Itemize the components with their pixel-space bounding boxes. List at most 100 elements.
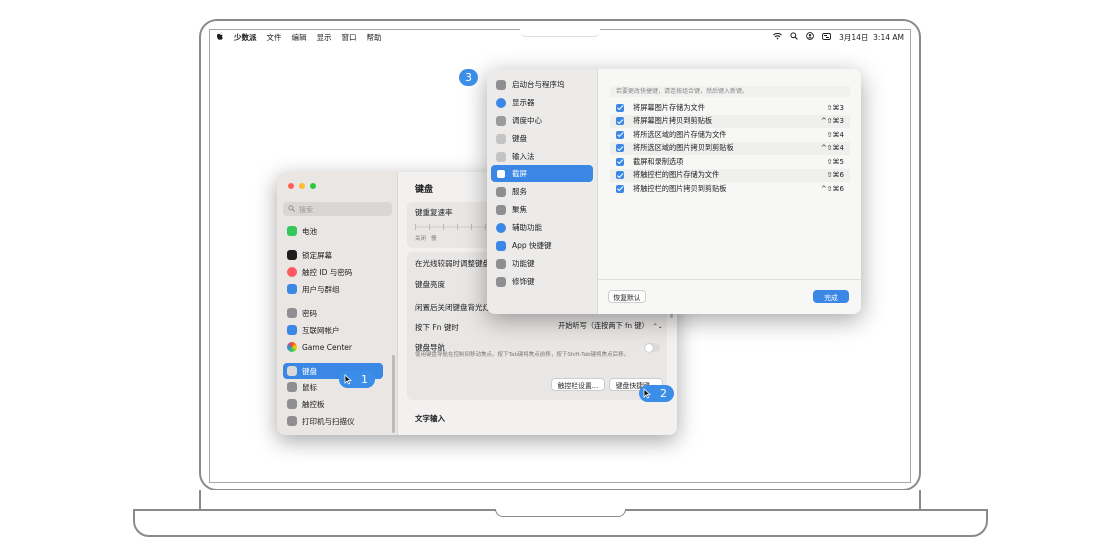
close-button[interactable] — [288, 183, 294, 189]
cursor-icon — [643, 388, 651, 399]
chevron-updown-icon: ⌃⌄ — [652, 322, 663, 330]
input-source-icon — [496, 151, 506, 162]
fingerprint-icon — [287, 267, 297, 277]
shortcut-key[interactable]: ^⇧⌘6 — [821, 185, 844, 193]
sidebar-item-touch-id[interactable]: 触控 ID 与密码 — [283, 264, 383, 280]
shortcut-label: 截屏和录制选项 — [633, 156, 684, 166]
category-launchpad[interactable]: 启动台与程序坞 — [491, 76, 593, 93]
shortcut-key[interactable]: ⇧⌘5 — [827, 158, 844, 166]
sidebar-item-battery[interactable]: 电池 — [283, 223, 383, 239]
category-mission-control[interactable]: 调度中心 — [491, 112, 593, 129]
sidebar-item-users[interactable]: 用户与群组 — [283, 281, 383, 297]
category-input-sources[interactable]: 输入法 — [491, 148, 593, 165]
search-input[interactable]: 搜索 — [283, 202, 392, 216]
menu-view[interactable]: 显示 — [317, 32, 332, 43]
category-app-shortcuts[interactable]: App 快捷键 — [491, 237, 593, 254]
wifi-icon[interactable] — [773, 32, 782, 42]
spotlight-icon[interactable] — [790, 32, 798, 42]
shortcut-checkbox[interactable] — [616, 144, 624, 153]
shortcut-checkbox[interactable] — [616, 117, 624, 126]
shortcut-key[interactable]: ⇧⌘4 — [827, 131, 844, 139]
category-keyboard[interactable]: 键盘 — [491, 130, 593, 147]
idle-off-label: 闲置后关闭键盘背光灯 — [415, 303, 490, 312]
shortcut-row[interactable]: 将触控栏的图片存储为文件 ⇧⌘6 — [610, 168, 850, 182]
shortcut-hint: 若要更改快捷键，请连按组合键，然后键入新键。 — [610, 86, 850, 97]
category-label: 辅助功能 — [512, 223, 542, 232]
trackpad-icon — [287, 399, 297, 409]
restore-defaults-button[interactable]: 恢复默认 — [608, 290, 646, 303]
shortcut-row[interactable]: 截屏和录制选项 ⇧⌘5 — [610, 155, 850, 169]
sidebar-label: 密码 — [302, 308, 317, 318]
shortcut-checkbox[interactable] — [616, 171, 624, 180]
menu-datetime[interactable]: 3月14日 3:14 AM — [839, 32, 904, 43]
spotlight-icon — [496, 204, 506, 215]
minimize-button[interactable] — [299, 183, 305, 189]
slider-label-slow: 慢 — [431, 236, 437, 242]
fn-key-icon — [496, 258, 506, 269]
shortcut-label: 将屏幕图片存储为文件 — [633, 102, 705, 112]
shortcut-checkbox[interactable] — [616, 130, 624, 139]
shortcut-row[interactable]: 将屏幕图片存储为文件 ⇧⌘3 — [610, 101, 850, 115]
shortcut-checkbox[interactable] — [616, 157, 624, 166]
user-icon[interactable] — [806, 32, 814, 42]
shortcut-key[interactable]: ⇧⌘3 — [827, 104, 844, 112]
shortcut-key[interactable]: ^⇧⌘4 — [821, 144, 844, 152]
category-display[interactable]: 显示器 — [491, 94, 593, 111]
shortcut-checkbox[interactable] — [616, 103, 624, 112]
fn-key-value: 开始听写（连按两下 fn 键） — [558, 321, 649, 330]
screenshot-icon — [496, 168, 506, 179]
menu-window[interactable]: 窗口 — [342, 32, 357, 43]
launchpad-icon — [496, 79, 506, 90]
cursor-icon — [344, 374, 352, 385]
shortcut-row[interactable]: 将所选区域的图片拷贝到剪贴板 ^⇧⌘4 — [610, 141, 850, 155]
zoom-button[interactable] — [310, 183, 316, 189]
apple-icon[interactable] — [216, 32, 224, 43]
category-label: 键盘 — [512, 134, 527, 143]
done-button[interactable]: 完成 — [813, 290, 849, 303]
shortcut-categories: 启动台与程序坞 显示器 调度中心 键盘 输入法 截屏 服务 聚焦 辅助功能 Ap… — [487, 69, 598, 314]
slider-label-off: 关闭 — [415, 236, 427, 242]
shortcut-key[interactable]: ^⇧⌘3 — [821, 117, 844, 125]
sidebar-scrollbar[interactable] — [392, 355, 395, 433]
sidebar-item-trackpad[interactable]: 触控板 — [283, 396, 383, 412]
category-accessibility[interactable]: 辅助功能 — [491, 219, 593, 236]
modifier-key-icon — [496, 276, 506, 287]
category-screenshots[interactable]: 截屏 — [491, 165, 593, 182]
services-icon — [496, 186, 506, 197]
laptop-groove — [495, 509, 626, 517]
game-center-icon — [287, 342, 297, 352]
shortcut-row[interactable]: 将屏幕图片拷贝到剪贴板 ^⇧⌘3 — [610, 114, 850, 128]
menu-app-name[interactable]: 少数派 — [234, 32, 257, 43]
category-modifier-keys[interactable]: 修饰键 — [491, 273, 593, 290]
step-badge-3: 3 — [459, 69, 478, 86]
sidebar-item-lock-screen[interactable]: 锁定屏幕 — [283, 247, 383, 263]
category-function-keys[interactable]: 功能键 — [491, 255, 593, 272]
sidebar-label: 互联网帐户 — [302, 325, 340, 335]
control-center-icon[interactable] — [822, 32, 832, 42]
sidebar-item-printers[interactable]: 打印机与扫描仪 — [283, 413, 383, 429]
sidebar-item-game-center[interactable]: Game Center — [283, 339, 383, 355]
category-label: 截屏 — [512, 169, 527, 178]
sidebar-item-passwords[interactable]: 密码 — [283, 305, 383, 321]
shortcut-label: 将屏幕图片拷贝到剪贴板 — [633, 116, 713, 126]
keyboard-nav-toggle[interactable] — [644, 343, 660, 352]
shortcut-list-pane: 若要更改快捷键，请连按组合键，然后键入新键。 将屏幕图片存储为文件 ⇧⌘3 将屏幕… — [598, 69, 861, 314]
sidebar-label: 电池 — [302, 226, 317, 236]
sidebar-item-internet-accounts[interactable]: 互联网帐户 — [283, 322, 383, 338]
low-light-label: 在光线较弱时调整键盘 — [415, 259, 490, 268]
menu-help[interactable]: 帮助 — [367, 32, 382, 43]
shortcut-row[interactable]: 将触控栏的图片拷贝到剪贴板 ^⇧⌘6 — [610, 182, 850, 196]
category-spotlight[interactable]: 聚焦 — [491, 201, 593, 218]
shortcut-key[interactable]: ⇧⌘6 — [827, 171, 844, 179]
shortcut-row[interactable]: 将所选区域的图片存储为文件 ⇧⌘4 — [610, 128, 850, 142]
fn-key-select[interactable]: 开始听写（连按两下 fn 键） ⌃⌄ — [558, 321, 663, 331]
mouse-icon — [287, 382, 297, 392]
shortcuts-sheet: 启动台与程序坞 显示器 调度中心 键盘 输入法 截屏 服务 聚焦 辅助功能 Ap… — [487, 69, 861, 314]
shortcut-checkbox[interactable] — [616, 184, 624, 193]
category-services[interactable]: 服务 — [491, 183, 593, 200]
menu-file[interactable]: 文件 — [267, 32, 282, 43]
keyboard-nav-desc: 使用键盘导航在控制间移动焦点。按下Tab键将焦点前移，按下Shift-Tab键将… — [415, 352, 630, 358]
menu-edit[interactable]: 编辑 — [292, 32, 307, 43]
touchbar-settings-button[interactable]: 触控栏设置... — [551, 378, 605, 391]
lock-icon — [287, 250, 297, 260]
